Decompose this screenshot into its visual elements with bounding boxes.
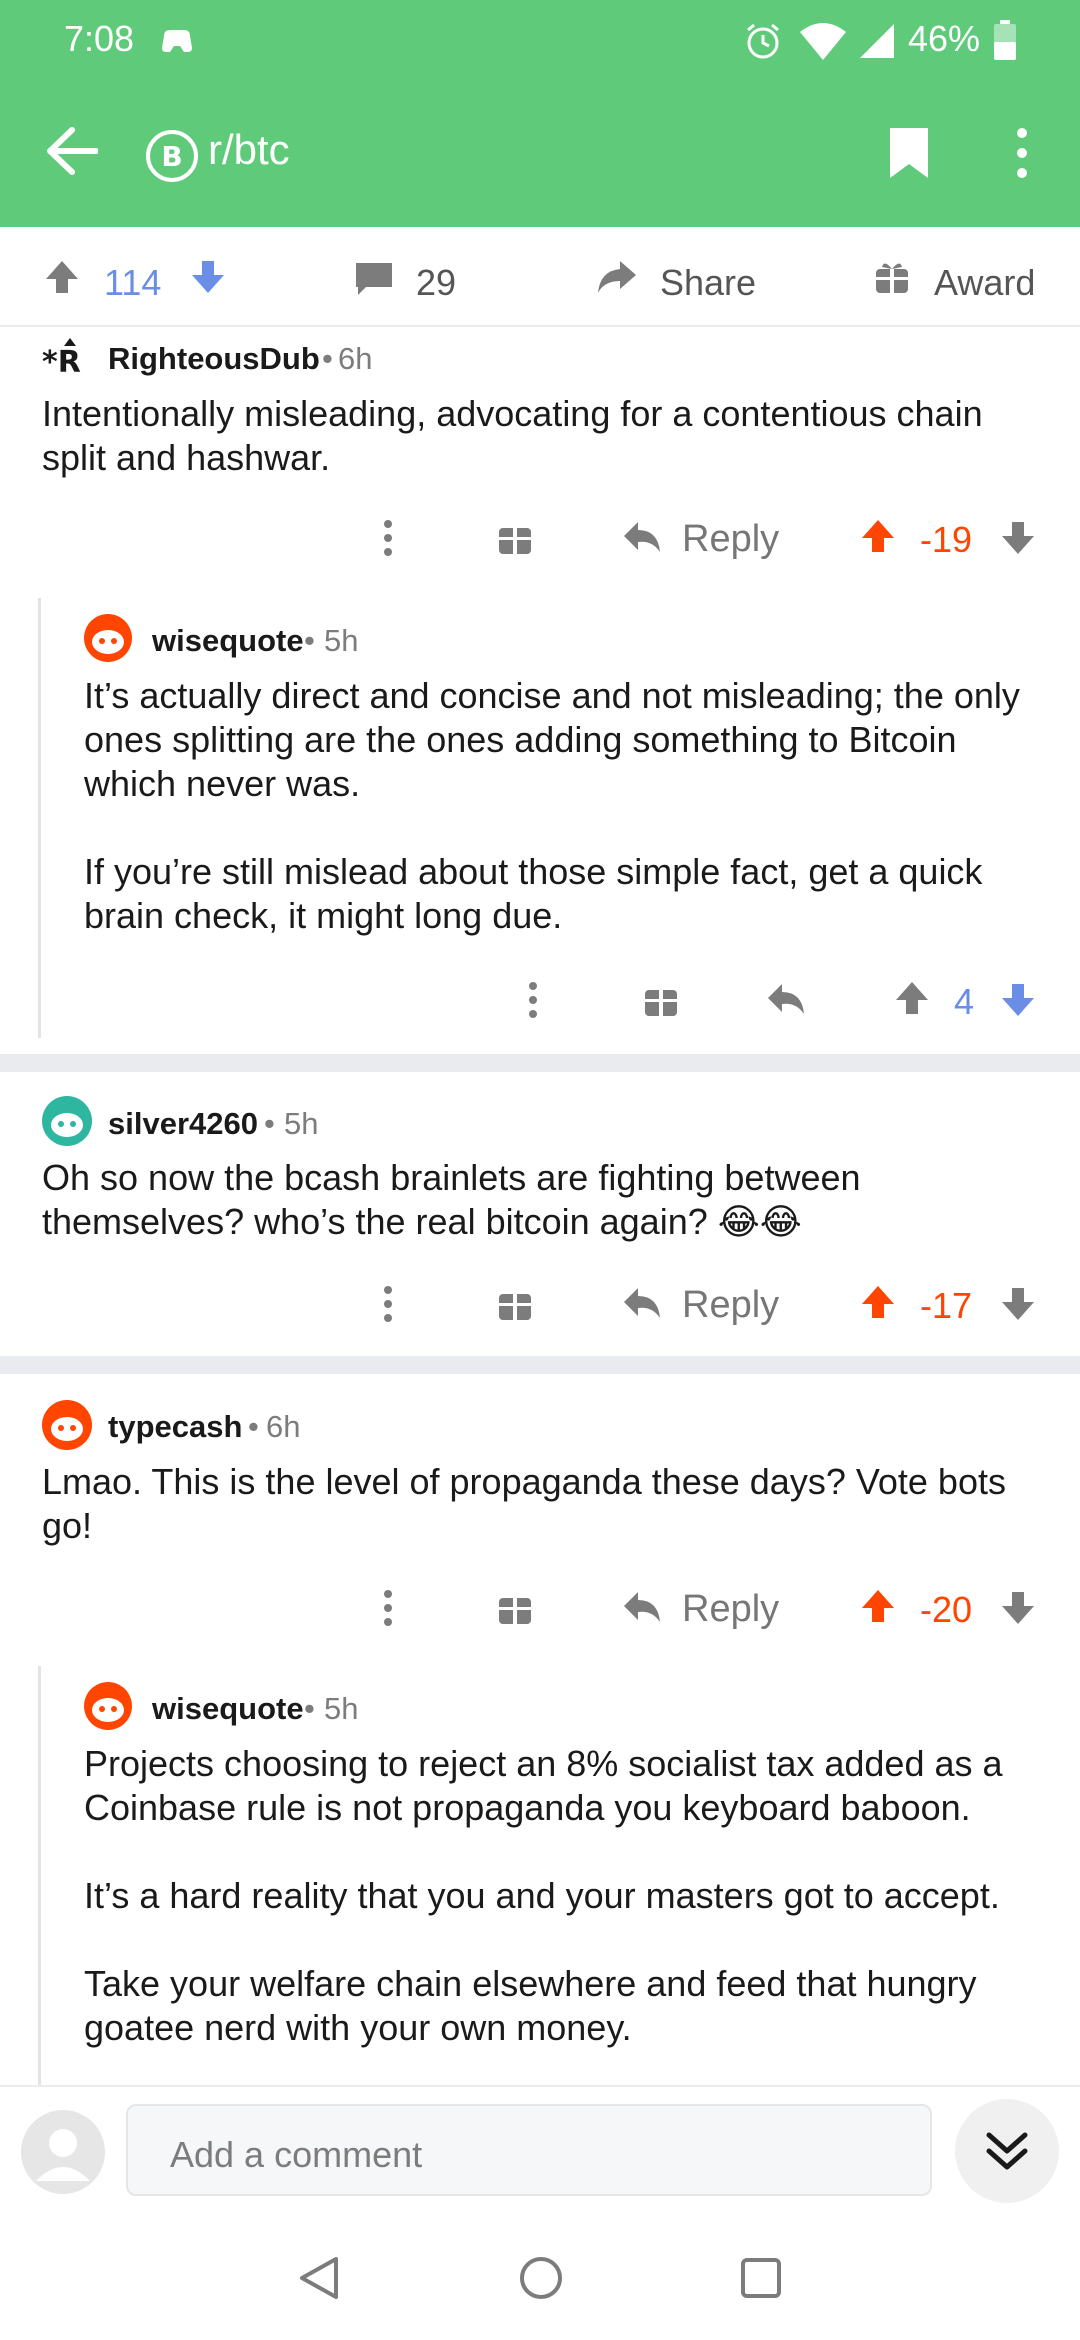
jump-to-next-button[interactable] (955, 2099, 1059, 2203)
upvote-icon[interactable] (860, 1284, 896, 1320)
comment-age-separator: • (264, 1106, 275, 1141)
comment-author[interactable]: typecash (108, 1409, 242, 1445)
add-comment-placeholder: Add a comment (170, 2134, 423, 2175)
avatar (42, 1400, 92, 1450)
wifi-icon (800, 23, 846, 60)
downvote-icon[interactable] (1000, 520, 1036, 556)
more-options-icon[interactable] (1012, 126, 1032, 180)
svg-text:B: B (161, 140, 182, 173)
signal-icon (860, 24, 894, 58)
downvote-icon[interactable] (1000, 1286, 1036, 1322)
comment-age: 5h (324, 1691, 359, 1726)
app-header: 7:08 46% B r/btc (0, 0, 1080, 227)
comment-more-icon[interactable] (380, 1284, 396, 1324)
comment-divider (0, 1054, 1080, 1072)
reply-button[interactable]: Reply (682, 518, 779, 561)
comment-score: -20 (920, 1589, 973, 1630)
status-bar: 7:08 46% (0, 0, 1080, 80)
user-avatar-placeholder (21, 2110, 105, 2194)
comment-age: 5h (284, 1106, 319, 1141)
status-time: 7:08 (64, 18, 135, 59)
game-controller-icon (162, 30, 192, 52)
nav-back-icon[interactable] (298, 2255, 340, 2301)
upvote-icon[interactable] (860, 518, 896, 554)
downvote-icon[interactable] (1000, 1590, 1036, 1626)
avatar (84, 614, 132, 662)
nav-home-icon[interactable] (518, 2255, 564, 2301)
comment-age-separator: • (304, 1691, 315, 1726)
comment-age-separator: • (322, 341, 333, 376)
gift-icon[interactable] (644, 982, 678, 1018)
comment-more-icon[interactable] (380, 518, 396, 558)
svg-text:*R: *R (42, 345, 81, 378)
thread-line[interactable] (38, 1666, 41, 2086)
reply-button[interactable]: Reply (682, 1284, 779, 1327)
comment-author[interactable]: wisequote (152, 623, 304, 659)
comment-more-icon[interactable] (380, 1588, 396, 1628)
comment-more-icon[interactable] (525, 980, 541, 1020)
system-nav-bar (0, 2215, 1080, 2340)
comment-age-separator: • (248, 1409, 259, 1444)
thread-line[interactable] (38, 598, 41, 1038)
bookmark-icon[interactable] (888, 126, 930, 180)
nav-recents-icon[interactable] (740, 2257, 782, 2299)
downvote-icon[interactable] (1000, 982, 1036, 1018)
comment-score: -19 (920, 519, 973, 560)
bitcoin-community-icon: B (146, 130, 198, 182)
upvote-icon[interactable] (44, 259, 80, 295)
post-score: 114 (104, 262, 162, 303)
reply-arrow-icon[interactable] (622, 520, 662, 554)
comment-age-separator: • (304, 623, 315, 658)
comment-age: 6h (266, 1409, 301, 1444)
back-arrow-icon[interactable] (46, 126, 98, 176)
post-action-bar: 114 29 Share Award (0, 227, 1080, 327)
comment-author[interactable]: RighteousDub (108, 341, 320, 377)
battery-icon (994, 20, 1016, 60)
battery-percent: 46% (908, 18, 981, 59)
comment-body: Lmao. This is the level of propaganda th… (42, 1461, 1006, 1546)
reply-arrow-icon[interactable] (622, 1590, 662, 1624)
comment-author[interactable]: wisequote (152, 1691, 304, 1727)
upvote-icon[interactable] (860, 1588, 896, 1624)
reply-button[interactable]: Reply (682, 1588, 779, 1631)
gift-icon[interactable] (498, 1590, 532, 1626)
chevron-double-down-icon (986, 2132, 1028, 2170)
reply-arrow-icon[interactable] (622, 1286, 662, 1320)
comment-body: It’s actually direct and concise and not… (84, 675, 1020, 936)
comment-count[interactable]: 29 (416, 262, 456, 304)
comment-body: Projects choosing to reject an 8% social… (84, 1743, 1003, 2048)
comment-body: Oh so now the bcash brainlets are fighti… (42, 1157, 861, 1242)
comment-score: 4 (954, 981, 975, 1022)
avatar (42, 1096, 92, 1146)
gift-icon[interactable] (498, 1286, 532, 1322)
add-comment-input[interactable]: Add a comment (126, 2104, 932, 2196)
comment-author[interactable]: silver4260 (108, 1106, 258, 1142)
subreddit-title[interactable]: r/btc (208, 126, 290, 174)
comment-bubble-icon[interactable] (354, 261, 394, 297)
share-arrow-icon[interactable] (596, 259, 638, 295)
avatar (84, 1682, 132, 1730)
award-button[interactable]: Award (934, 262, 1035, 304)
comment-divider (0, 1356, 1080, 1374)
comment-age: 5h (324, 623, 359, 658)
avatar: *R (42, 338, 81, 378)
comment-score: -17 (920, 1285, 973, 1326)
gift-icon[interactable] (498, 520, 532, 556)
downvote-icon[interactable] (190, 259, 226, 295)
share-button[interactable]: Share (660, 262, 756, 304)
comment-composer: Add a comment (0, 2085, 1080, 2215)
gift-icon[interactable] (874, 259, 910, 295)
comment-body: Intentionally misleading, advocating for… (42, 393, 983, 478)
comment-age: 6h (338, 341, 373, 376)
alarm-icon (747, 23, 779, 59)
upvote-icon[interactable] (894, 980, 930, 1016)
reply-arrow-icon[interactable] (766, 982, 806, 1016)
